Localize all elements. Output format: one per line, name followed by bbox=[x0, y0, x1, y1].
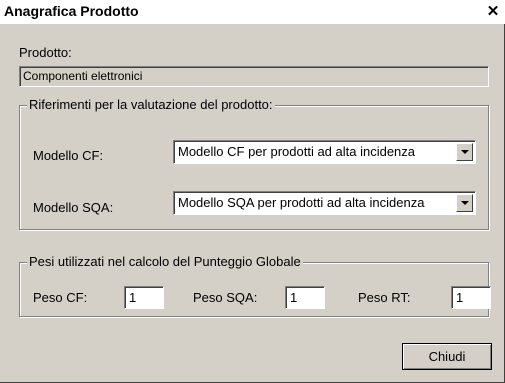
weight-sqa-label: Peso SQA: bbox=[193, 290, 258, 305]
product-label: Prodotto: bbox=[19, 45, 72, 60]
chevron-down-icon[interactable] bbox=[456, 194, 473, 212]
dialog-window: Anagrafica Prodotto ✕ Prodotto: Componen… bbox=[0, 0, 505, 383]
window-title: Anagrafica Prodotto bbox=[4, 3, 139, 19]
weight-rt-input[interactable]: 1 bbox=[451, 286, 491, 309]
weight-cf-label: Peso CF: bbox=[33, 290, 88, 305]
weight-rt-label: Peso RT: bbox=[358, 290, 411, 305]
weights-legend: Pesi utilizzati nel calcolo del Punteggi… bbox=[27, 254, 303, 269]
close-button[interactable]: Chiudi bbox=[402, 343, 492, 370]
cf-model-select[interactable]: Modello CF per prodotti ad alta incidenz… bbox=[173, 140, 476, 164]
product-field: Componenti elettronici bbox=[19, 66, 489, 87]
title-bar[interactable]: Anagrafica Prodotto ✕ bbox=[0, 0, 505, 24]
sqa-model-value: Modello SQA per prodotti ad alta inciden… bbox=[178, 195, 425, 210]
close-icon[interactable]: ✕ bbox=[485, 4, 501, 20]
sqa-model-select[interactable]: Modello SQA per prodotti ad alta inciden… bbox=[173, 191, 476, 215]
cf-model-value: Modello CF per prodotti ad alta incidenz… bbox=[178, 144, 416, 159]
weight-cf-input[interactable]: 1 bbox=[124, 286, 164, 309]
chevron-down-icon[interactable] bbox=[456, 143, 473, 161]
cf-model-label: Modello CF: bbox=[33, 148, 104, 163]
evaluation-legend: Riferimenti per la valutazione del prodo… bbox=[27, 97, 275, 112]
sqa-model-label: Modello SQA: bbox=[33, 200, 114, 215]
weight-sqa-input[interactable]: 1 bbox=[285, 286, 325, 309]
